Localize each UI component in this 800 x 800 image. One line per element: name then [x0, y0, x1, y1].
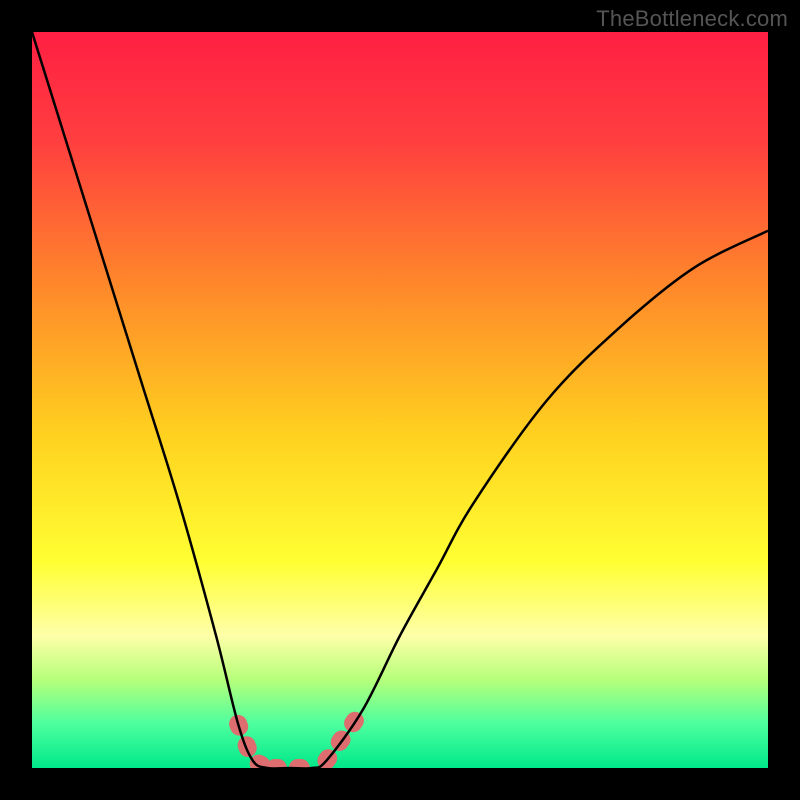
watermark-text: TheBottleneck.com: [596, 6, 788, 32]
plot-area: [32, 32, 768, 768]
bottleneck-curve: [32, 32, 768, 768]
curve-layer: [32, 32, 768, 768]
highlight-stroke: [238, 719, 356, 768]
chart-container: TheBottleneck.com: [0, 0, 800, 800]
